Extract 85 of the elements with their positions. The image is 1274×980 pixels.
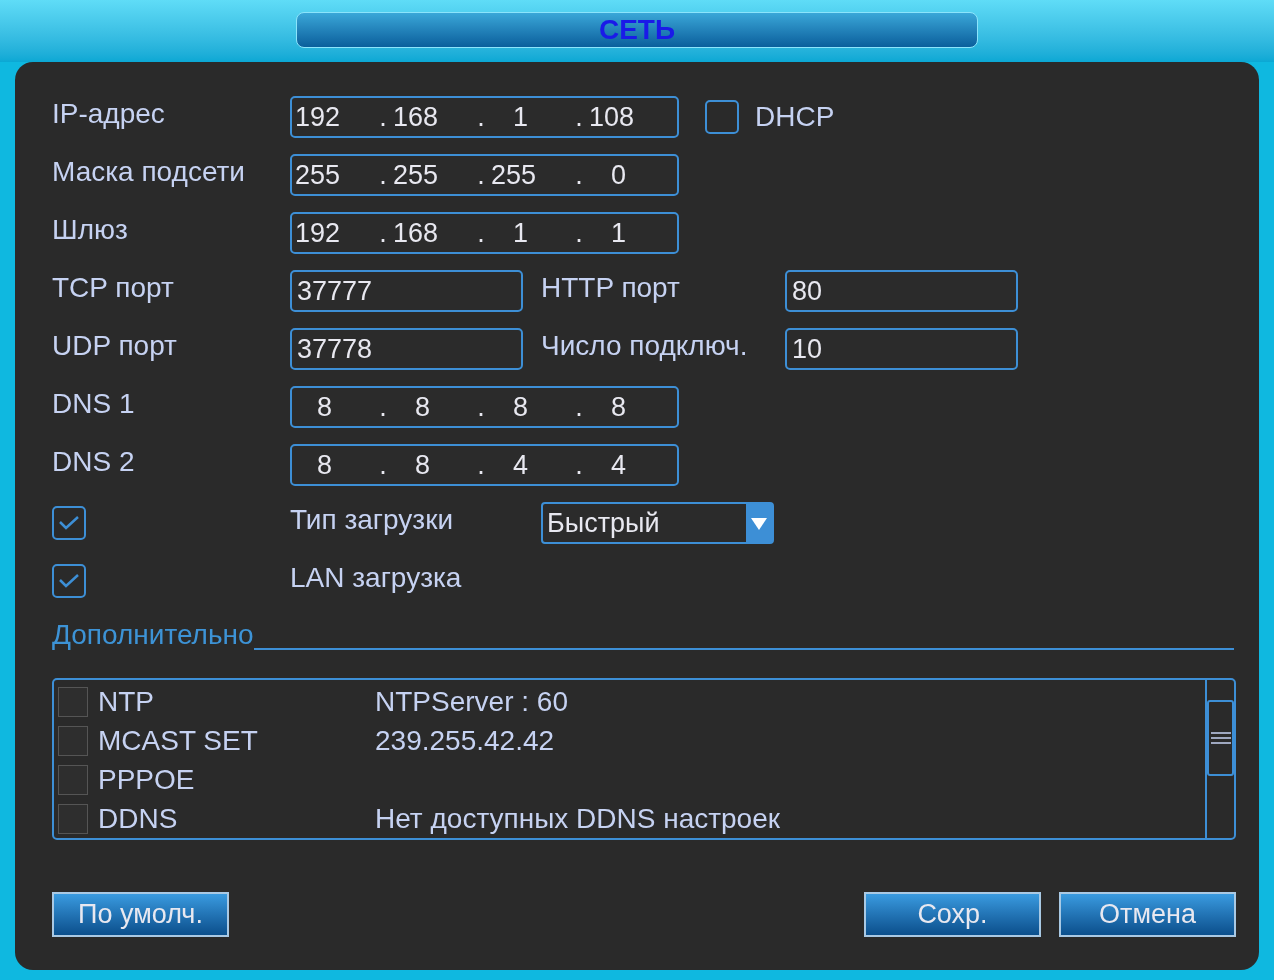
save-button[interactable]: Сохр. xyxy=(864,892,1041,937)
field-label: Число подключ. xyxy=(540,329,749,363)
dropdown[interactable]: Быстрый xyxy=(541,502,774,544)
octet-value: 192 xyxy=(295,100,342,134)
octet-value: 168 xyxy=(393,100,440,134)
octet-value: 108 xyxy=(589,100,636,134)
dot-separator: . xyxy=(378,390,388,424)
dot-separator: . xyxy=(574,100,584,134)
octet-value: 8 xyxy=(414,390,432,424)
octet-value: 8 xyxy=(610,390,628,424)
octet-value: 1 xyxy=(512,216,530,250)
octet-value: 168 xyxy=(393,216,440,250)
field-label: DNS 1 xyxy=(52,387,136,421)
scrollbar-thumb[interactable] xyxy=(1207,700,1234,776)
ip-address-field[interactable]: 192 . 168 . 1 . 1 xyxy=(290,212,679,254)
dot-separator: . xyxy=(476,216,486,250)
port-field[interactable]: 37778 xyxy=(290,328,523,370)
field-label: TCP порт xyxy=(52,271,175,305)
dot-separator: . xyxy=(476,390,486,424)
octet-value: 8 xyxy=(414,448,432,482)
octet-value: 8 xyxy=(316,448,334,482)
dot-separator: . xyxy=(574,390,584,424)
number-field[interactable]: 80 xyxy=(785,270,1018,312)
field-label: Шлюз xyxy=(52,213,129,247)
port-field[interactable]: 37777 xyxy=(290,270,523,312)
cancel-button[interactable]: Отмена xyxy=(1059,892,1236,937)
dot-separator: . xyxy=(574,448,584,482)
dot-separator: . xyxy=(378,100,388,134)
octet-value: 1 xyxy=(512,100,530,134)
octet-value: 255 xyxy=(393,158,440,192)
field-label: IP-адрес xyxy=(52,97,166,131)
section-title: Дополнительно xyxy=(52,618,254,652)
dot-separator: . xyxy=(476,158,486,192)
dot-separator: . xyxy=(476,100,486,134)
dot-separator: . xyxy=(574,158,584,192)
option-label: Тип загрузки xyxy=(290,503,455,537)
service-row[interactable]: PPPOE xyxy=(58,760,1205,799)
field-label: Маска подсети xyxy=(52,155,246,189)
field-label: HTTP порт xyxy=(540,271,681,305)
service-value: Нет доступных DDNS настроек xyxy=(375,801,780,836)
field-label: DNS 2 xyxy=(52,445,136,479)
octet-value: 255 xyxy=(295,158,342,192)
service-value: 239.255.42.42 xyxy=(375,723,555,758)
checkmark-icon xyxy=(58,573,80,589)
service-name: DDNS xyxy=(97,801,179,836)
service-row[interactable]: NTP NTPServer : 60 xyxy=(58,682,1205,721)
service-value: NTPServer : 60 xyxy=(375,684,568,719)
default-button[interactable]: По умолч. xyxy=(52,892,229,937)
dot-separator: . xyxy=(476,448,486,482)
octet-value: 4 xyxy=(512,448,530,482)
octet-value: 8 xyxy=(316,390,334,424)
grip-icon xyxy=(1210,732,1231,744)
service-name: PPPOE xyxy=(97,762,196,797)
checkmark-icon xyxy=(58,515,80,531)
service-name: NTP xyxy=(97,684,155,719)
octet-value: 0 xyxy=(610,158,628,192)
ip-address-field[interactable]: 192 . 168 . 1 . 108 xyxy=(290,96,679,138)
octet-value: 255 xyxy=(491,158,538,192)
octet-value: 8 xyxy=(512,390,530,424)
octet-value: 192 xyxy=(295,216,342,250)
checkbox[interactable] xyxy=(52,506,86,540)
number-field[interactable]: 10 xyxy=(785,328,1018,370)
dhcp-label: DHCP xyxy=(755,100,835,134)
octet-value: 1 xyxy=(610,216,628,250)
checkbox[interactable] xyxy=(52,564,86,598)
checkbox[interactable] xyxy=(58,803,88,834)
checkbox[interactable] xyxy=(58,764,88,795)
ip-address-field[interactable]: 255 . 255 . 255 . 0 xyxy=(290,154,679,196)
scrollbar[interactable] xyxy=(1205,680,1234,838)
service-name: MCAST SET xyxy=(97,723,259,758)
dot-separator: . xyxy=(378,158,388,192)
service-row[interactable]: DDNS Нет доступных DDNS настроек xyxy=(58,799,1205,838)
checkbox[interactable] xyxy=(705,100,739,134)
field-label: UDP порт xyxy=(52,329,178,363)
window-title: СЕТЬ xyxy=(296,12,978,48)
ip-address-field[interactable]: 8 . 8 . 4 . 4 xyxy=(290,444,679,486)
option-label: LAN загрузка xyxy=(290,561,463,595)
dot-separator: . xyxy=(378,216,388,250)
service-row[interactable]: MCAST SET 239.255.42.42 xyxy=(58,721,1205,760)
dot-separator: . xyxy=(378,448,388,482)
octet-value: 4 xyxy=(610,448,628,482)
dot-separator: . xyxy=(574,216,584,250)
checkbox[interactable] xyxy=(58,686,88,717)
ip-address-field[interactable]: 8 . 8 . 8 . 8 xyxy=(290,386,679,428)
checkbox[interactable] xyxy=(58,725,88,756)
